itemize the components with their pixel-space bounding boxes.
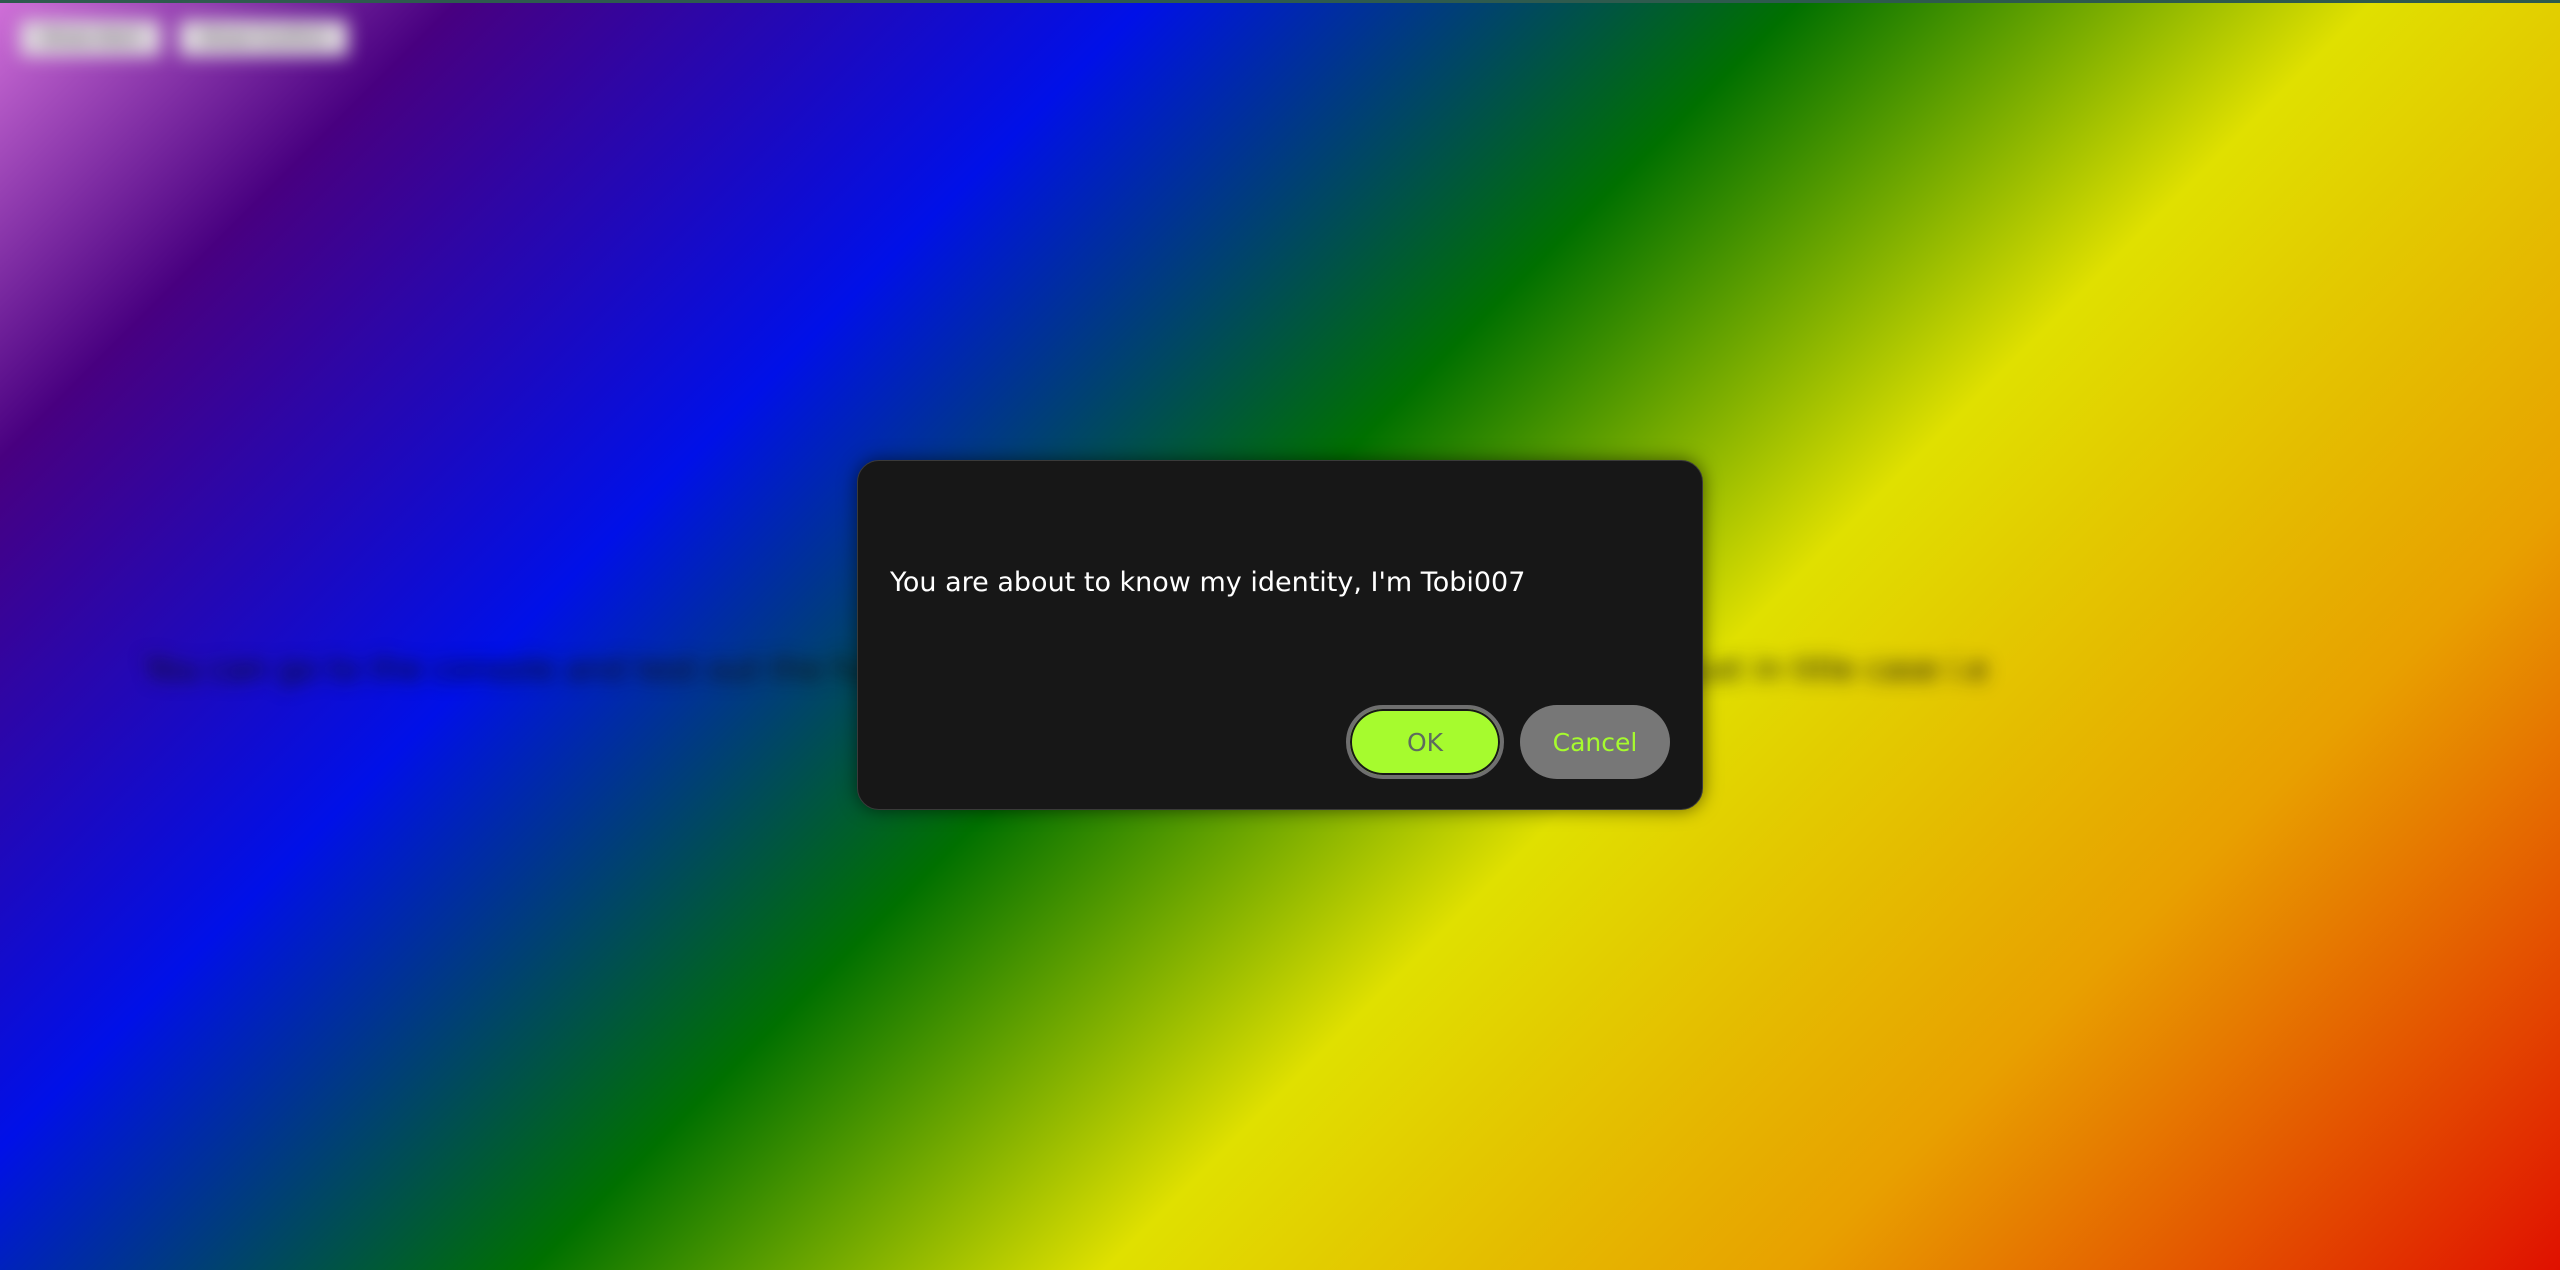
background-toolbar: Show Alert Show Confirm bbox=[20, 20, 349, 56]
dialog-message: You are about to know my identity, I'm T… bbox=[890, 567, 1526, 598]
show-alert-button: Show Alert bbox=[20, 20, 162, 56]
page: Show Alert Show Confirm You can go to th… bbox=[0, 0, 2560, 1270]
confirm-dialog: You are about to know my identity, I'm T… bbox=[857, 460, 1703, 810]
show-confirm-button: Show Confirm bbox=[179, 20, 349, 56]
cancel-button[interactable]: Cancel bbox=[1520, 705, 1670, 779]
ok-button[interactable]: OK bbox=[1346, 705, 1504, 779]
dialog-buttons: OK Cancel bbox=[1346, 705, 1670, 779]
